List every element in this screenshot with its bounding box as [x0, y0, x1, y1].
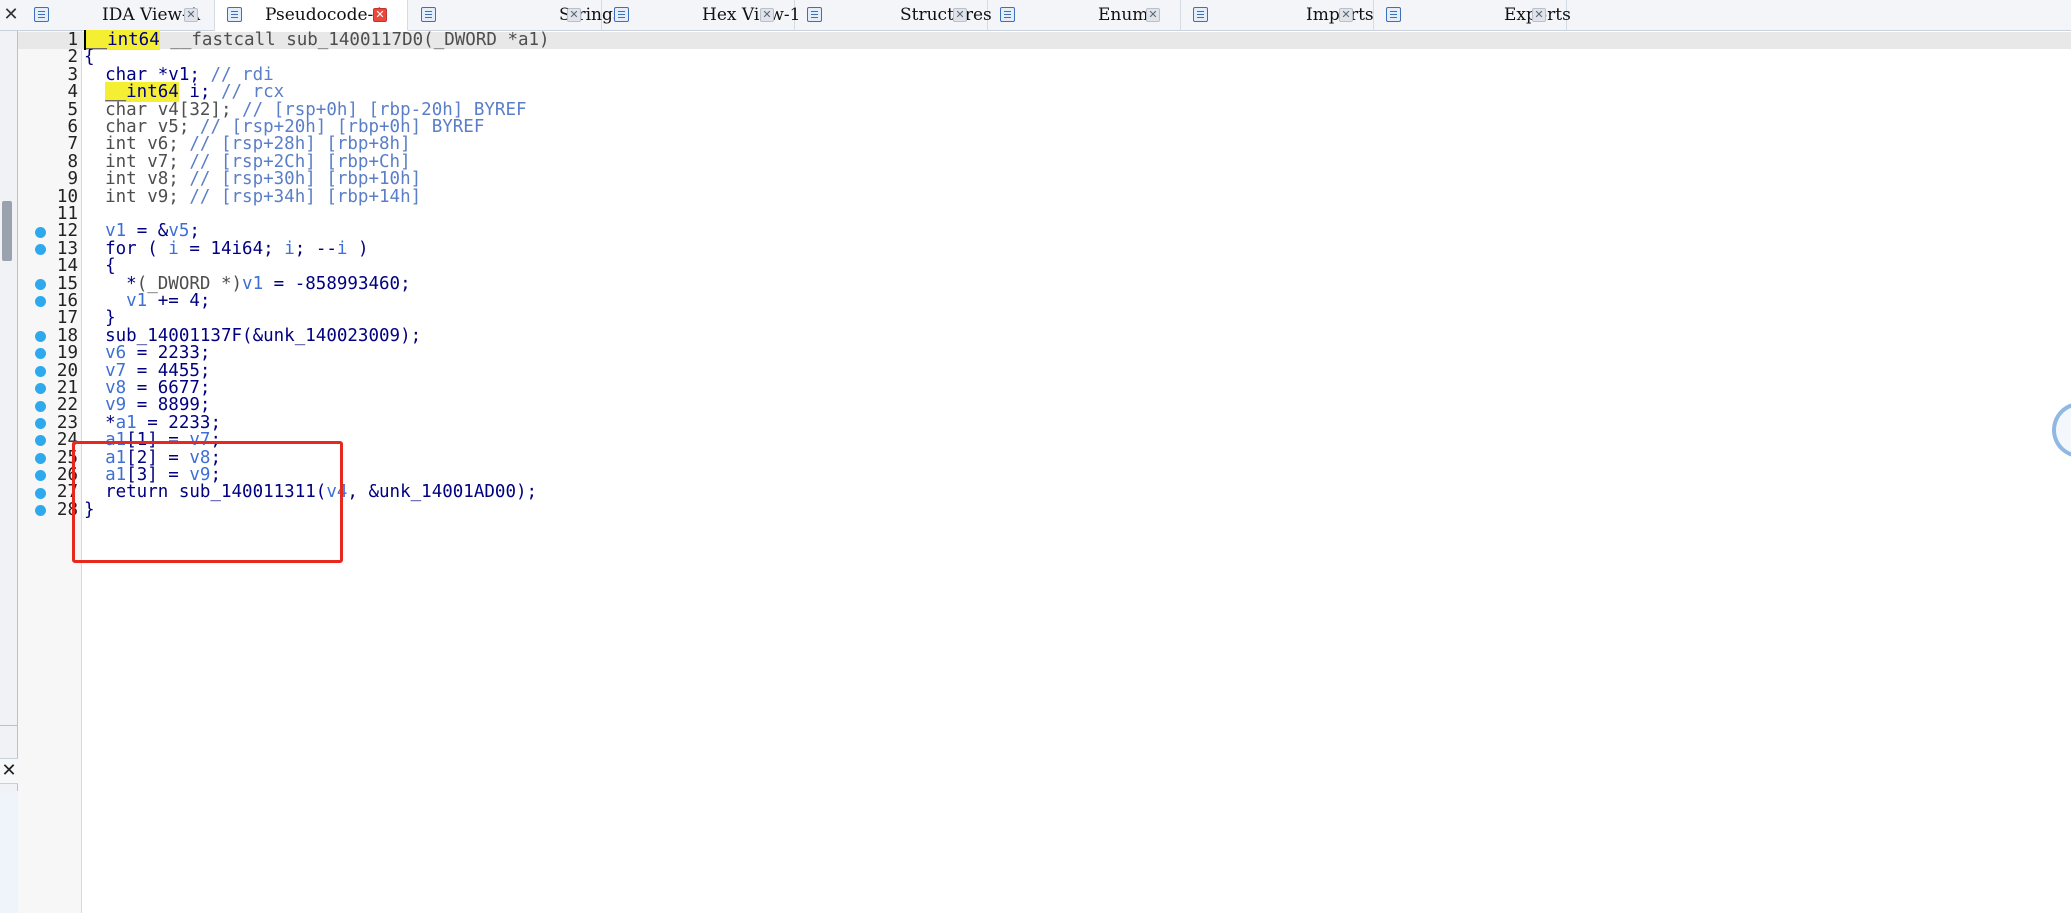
- close-panel-icon[interactable]: ✕: [0, 2, 22, 28]
- tab-close-icon[interactable]: ✕: [373, 8, 387, 22]
- code-token: int v9;: [84, 186, 190, 207]
- output-panel-stub: [0, 791, 18, 913]
- breakpoint-dot-icon[interactable]: [35, 417, 46, 429]
- code-token: += 4;: [147, 291, 211, 311]
- code-token: v1: [242, 273, 264, 294]
- line-number: 14: [56, 256, 78, 277]
- code-line[interactable]: 1 __int64 __fastcall sub_1400117D0(_DWORD…: [18, 30, 2071, 50]
- tab-label: Hex View-1: [702, 5, 801, 25]
- code-line[interactable]: 2{: [18, 48, 2071, 66]
- breakpoint-dot-icon[interactable]: [35, 278, 46, 290]
- tab-ida-view-a[interactable]: IDA View-A ✕: [22, 0, 215, 31]
- code-token: i: [284, 238, 295, 259]
- tab-pseudocode-a[interactable]: Pseudocode-A ✕: [215, 0, 408, 31]
- code-token: __int64: [84, 30, 160, 50]
- breakpoint-dot-icon[interactable]: [35, 348, 46, 360]
- code-line[interactable]: 15 *(_DWORD *)v1 = -858993460;: [18, 273, 2071, 294]
- tab-strings[interactable]: Strings ✕: [409, 0, 622, 31]
- code-token: = 14i64;: [178, 238, 285, 259]
- tab-close-icon[interactable]: ✕: [1339, 8, 1353, 22]
- code-text: __int64 __fastcall sub_1400117D0(_DWORD …: [84, 30, 550, 50]
- tab-close-icon[interactable]: ✕: [567, 8, 581, 22]
- tab-label: Structures: [900, 5, 992, 25]
- code-line[interactable]: 11: [18, 205, 2071, 223]
- code-line[interactable]: 23 *a1 = 2233;: [18, 414, 2071, 432]
- tab-close-icon[interactable]: ✕: [184, 8, 198, 22]
- code-token: , &unk_14001AD00);: [347, 482, 538, 503]
- code-token: = -858993460;: [263, 273, 411, 294]
- structures-icon: [807, 7, 822, 22]
- line-number: 4: [67, 82, 78, 103]
- code-token: // [rsp+34h] [rbp+14h]: [189, 186, 422, 207]
- hex-view-icon: [614, 7, 629, 22]
- ida-view-icon: [34, 7, 49, 22]
- breakpoint-dot-icon[interactable]: [35, 504, 46, 516]
- code-token: i: [336, 238, 348, 259]
- breakpoint-dot-icon[interactable]: [35, 400, 46, 412]
- breakpoint-dot-icon[interactable]: [35, 226, 46, 238]
- breakpoint-dot-icon[interactable]: [35, 383, 46, 395]
- code-line[interactable]: 20 v7 = 4455;: [18, 362, 2071, 380]
- annotation-highlight-box: [72, 441, 343, 563]
- close-output-panel-icon[interactable]: ✕: [0, 758, 18, 784]
- code-token: ; --: [294, 238, 337, 259]
- tab-hex-view-1[interactable]: Hex View-1 ✕: [602, 0, 800, 31]
- code-line[interactable]: 3 char *v1; // rdi: [18, 66, 2071, 84]
- code-line[interactable]: 18 sub_14001137F(&unk_140023009);: [18, 327, 2071, 345]
- breakpoint-dot-icon[interactable]: [35, 470, 46, 482]
- breakpoint-dot-icon[interactable]: [35, 365, 46, 377]
- scrollbar-thumb[interactable]: [2, 201, 12, 261]
- breakpoint-dot-icon[interactable]: [35, 487, 46, 499]
- left-dock-strip: ✕: [0, 31, 18, 913]
- code-text: for ( i = 14i64; i; --i ): [84, 238, 369, 259]
- tab-label: Pseudocode-A: [265, 5, 386, 25]
- code-line[interactable]: 21 v8 = 6677;: [18, 379, 2071, 397]
- code-line[interactable]: 19 v6 = 2233;: [18, 343, 2071, 364]
- code-text: int v9; // [rsp+34h] [rbp+14h]: [84, 186, 422, 207]
- tab-close-icon[interactable]: ✕: [953, 8, 967, 22]
- breakpoint-dot-icon[interactable]: [35, 330, 46, 342]
- code-line[interactable]: 22 v9 = 8899;: [18, 396, 2071, 414]
- tab-structures[interactable]: Structures ✕: [795, 0, 992, 31]
- tab-close-icon[interactable]: ✕: [760, 8, 774, 22]
- strings-icon: [421, 7, 436, 22]
- line-number: 19: [56, 343, 78, 364]
- tab-close-icon[interactable]: ✕: [1146, 8, 1160, 22]
- tab-exports[interactable]: Exports✕: [1374, 0, 1571, 31]
- imports-icon: [1193, 7, 1208, 22]
- breakpoint-dot-icon[interactable]: [35, 435, 46, 447]
- tab-enums[interactable]: Enums ✕: [988, 0, 1181, 31]
- code-line[interactable]: 13 for ( i = 14i64; i; --i ): [18, 238, 2071, 259]
- code-token: i: [168, 238, 179, 259]
- line-number: 9: [67, 169, 78, 190]
- tab-bar: ✕ IDA View-A ✕ Pseudocode-A ✕ Strings ✕ Hex Vi…: [0, 0, 2071, 31]
- breakpoint-dot-icon[interactable]: [35, 452, 46, 464]
- breakpoint-dot-icon[interactable]: [35, 296, 46, 308]
- enums-icon: [1000, 7, 1015, 22]
- tab-close-icon[interactable]: ✕: [1532, 8, 1546, 22]
- code-token: ): [347, 238, 369, 259]
- code-line[interactable]: 10 int v9; // [rsp+34h] [rbp+14h]: [18, 186, 2071, 207]
- code-token: __fastcall sub_1400117D0(_DWORD *a1): [159, 30, 550, 50]
- breakpoint-dot-icon[interactable]: [35, 243, 46, 255]
- code-line[interactable]: 16 v1 += 4;: [18, 291, 2071, 311]
- vertical-scrollbar[interactable]: [0, 31, 18, 726]
- pseudocode-icon: [227, 7, 242, 22]
- tab-imports[interactable]: Imports✕: [1181, 0, 1374, 31]
- exports-icon: [1386, 7, 1401, 22]
